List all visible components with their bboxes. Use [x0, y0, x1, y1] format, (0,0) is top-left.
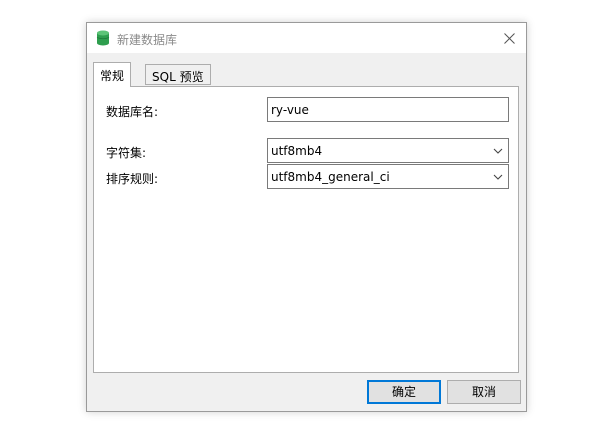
- close-icon: [503, 32, 515, 44]
- tab-general[interactable]: 常规: [93, 62, 132, 87]
- db-name-label: 数据库名:: [106, 105, 159, 119]
- collation-value: utf8mb4_general_ci: [271, 170, 390, 184]
- charset-label: 字符集:: [106, 146, 147, 160]
- charset-value: utf8mb4: [271, 144, 323, 158]
- collation-select[interactable]: utf8mb4_general_ci: [267, 164, 509, 189]
- database-icon: [96, 30, 110, 46]
- db-name-input[interactable]: ry-vue: [267, 97, 509, 122]
- chevron-down-icon: [493, 148, 503, 154]
- ok-button[interactable]: 确定: [367, 380, 441, 404]
- tab-sql-preview[interactable]: SQL 预览: [145, 64, 211, 85]
- close-button[interactable]: [492, 23, 526, 53]
- new-database-dialog: 新建数据库 常规 SQL 预览 数据库名: ry-vue 字符集: utf8mb…: [86, 22, 527, 412]
- title-bar: 新建数据库: [87, 23, 526, 53]
- cancel-button[interactable]: 取消: [447, 380, 521, 404]
- window-title: 新建数据库: [117, 33, 178, 47]
- chevron-down-icon: [493, 174, 503, 180]
- collation-label: 排序规则:: [106, 172, 159, 186]
- general-panel: 数据库名: ry-vue 字符集: utf8mb4 排序规则: utf8mb4_…: [93, 86, 519, 373]
- charset-select[interactable]: utf8mb4: [267, 138, 509, 163]
- db-name-value: ry-vue: [271, 103, 309, 117]
